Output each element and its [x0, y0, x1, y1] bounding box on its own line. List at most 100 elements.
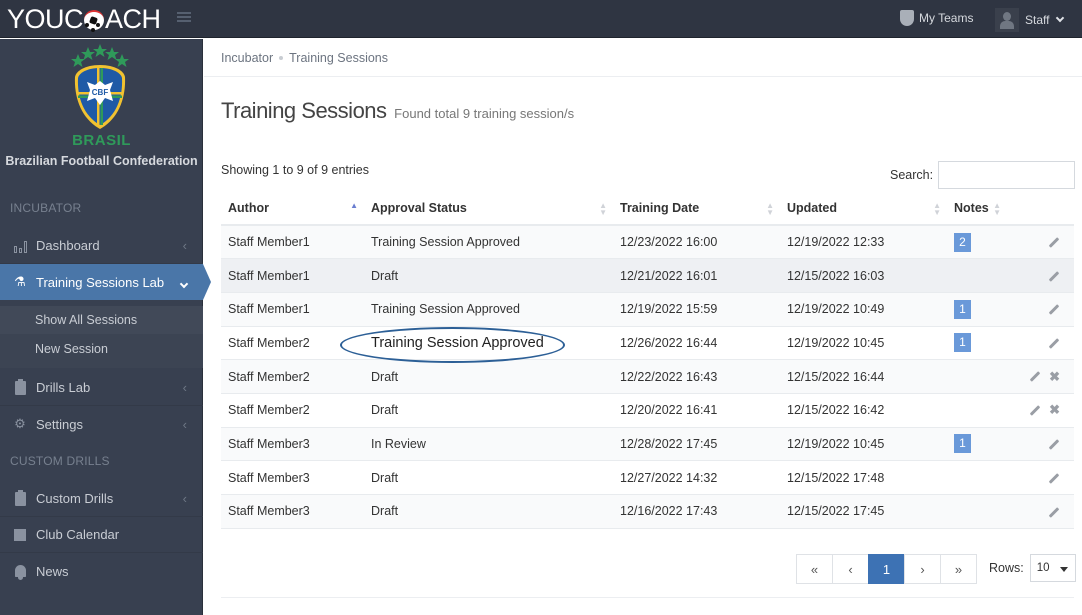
cell-training-date: 12/20/2022 16:41 [613, 393, 780, 428]
prev-page-button[interactable]: ‹ [832, 554, 869, 584]
cell-training-date: 12/19/2022 15:59 [613, 292, 780, 327]
table-row[interactable]: Staff Member1 Training Session Approved 12… [221, 292, 1074, 327]
cell-notes [947, 494, 1007, 529]
user-menu[interactable]: Staff [995, 8, 1065, 32]
pencil-icon[interactable] [1048, 439, 1060, 450]
page-title-text: Training Sessions [221, 98, 387, 123]
cell-approval-status: In Review [364, 427, 613, 462]
column-header-author[interactable]: Author ▲ [221, 192, 364, 226]
table-row[interactable]: Staff Member2 Draft 12/20/2022 16:41 12/15/… [221, 393, 1074, 428]
notes-count-badge[interactable]: 1 [954, 434, 971, 454]
table-row[interactable]: Staff Member2 Draft 12/22/2022 16:43 12/15/… [221, 359, 1074, 394]
table-row[interactable]: Staff Member3 Draft 12/16/2022 17:43 12/15/… [221, 494, 1074, 529]
cell-actions [1007, 258, 1074, 293]
org-country: BRASIL [72, 132, 131, 149]
cell-actions [1007, 460, 1074, 495]
flask-icon: ⚗ [14, 274, 26, 289]
sidebar-item-training-sessions-lab[interactable]: ⚗ Training Sessions Lab [0, 264, 211, 300]
app-logo[interactable]: YOUC ACH [7, 3, 161, 35]
sidebar-item-settings[interactable]: ⚙ Settings ‹ [0, 406, 203, 442]
cell-approval-status: Draft [364, 494, 613, 529]
cell-training-date: 12/27/2022 14:32 [613, 460, 780, 495]
crest-text: CBF [92, 88, 109, 97]
column-header-training-date[interactable]: Training Date ▲ ▼ [613, 192, 780, 226]
my-teams-link[interactable]: My Teams [900, 10, 973, 26]
pencil-icon[interactable] [1048, 270, 1060, 282]
table-row[interactable]: Staff Member3 Draft 12/27/2022 14:32 12/15/… [221, 460, 1074, 495]
search-input[interactable] [938, 161, 1076, 189]
cell-actions: ✖ [1007, 393, 1074, 428]
cell-notes: 1 [947, 292, 1007, 327]
rows-per-page-select[interactable]: 10 [1029, 554, 1076, 582]
breadcrumb-item-incubator[interactable]: Incubator [221, 51, 273, 65]
cell-updated: 12/15/2022 16:42 [780, 393, 947, 428]
sidebar-item-custom-drills[interactable]: Custom Drills ‹ [0, 481, 203, 517]
pencil-icon[interactable] [1029, 371, 1041, 382]
cell-updated: 12/19/2022 10:49 [780, 292, 947, 327]
org-name: Brazilian Football Confederation [5, 154, 198, 168]
cell-training-date: 12/28/2022 17:45 [613, 427, 780, 462]
column-header-notes[interactable]: Notes ▲ ▼ [947, 192, 1007, 226]
sidebar-item-club-calendar[interactable]: Club Calendar [0, 517, 203, 553]
cell-approval-status: Draft [364, 258, 613, 293]
pencil-icon[interactable] [1048, 237, 1060, 249]
breadcrumb-item-training-sessions: Training Sessions [289, 50, 389, 65]
sort-icon: ▲ ▼ [933, 201, 941, 217]
table-row[interactable]: Staff Member1 Draft 12/21/2022 16:01 12/15/… [221, 258, 1074, 293]
cell-author: Staff Member3 [221, 427, 364, 462]
sidebar-subitem-new-session[interactable]: New Session [0, 335, 203, 363]
chevron-down-icon [179, 275, 189, 290]
column-header-label: Author [228, 201, 269, 215]
sort-icon: ▲ ▼ [766, 201, 774, 217]
chevron-down-icon [1056, 13, 1065, 23]
page-title: Training Sessions Found total 9 training… [221, 98, 574, 124]
cell-updated: 12/19/2022 12:33 [780, 225, 947, 260]
notes-count-badge[interactable]: 2 [954, 232, 971, 252]
sidebar-item-news[interactable]: News [0, 553, 203, 589]
notes-count-badge[interactable]: 1 [954, 299, 971, 319]
notes-count-badge[interactable]: 1 [954, 333, 971, 353]
column-header-updated[interactable]: Updated ▲ ▼ [780, 192, 947, 226]
pencil-icon[interactable] [1048, 338, 1060, 349]
table-row[interactable]: Staff Member2 Training Session Approved 12… [221, 326, 1074, 361]
sidebar-subitem-label: New Session [35, 342, 108, 356]
sort-icon: ▲ ▼ [599, 201, 607, 217]
table-row[interactable]: Staff Member1 Training Session Approved 12… [221, 225, 1074, 260]
cell-actions [1007, 494, 1074, 529]
column-header-approval-status[interactable]: Approval Status ▲ ▼ [364, 192, 613, 226]
logo-text-start: YOUC [7, 4, 84, 34]
pencil-icon[interactable] [1029, 404, 1041, 416]
search-label: Search: [890, 168, 934, 182]
cell-notes [947, 460, 1007, 495]
pencil-icon[interactable] [1048, 304, 1060, 316]
first-page-button[interactable]: « [796, 554, 833, 584]
pencil-icon[interactable] [1048, 506, 1060, 518]
last-page-button[interactable]: » [940, 554, 977, 584]
cell-author: Staff Member2 [221, 359, 364, 394]
cell-training-date: 12/21/2022 16:01 [613, 258, 780, 293]
user-name: Staff [1025, 13, 1050, 27]
sidebar-item-drills-lab[interactable]: Drills Lab ‹ [0, 370, 203, 406]
cell-notes [947, 393, 1007, 428]
footer-divider [221, 597, 1074, 598]
cell-approval-status: Training Session Approved [364, 326, 613, 361]
menu-toggle-icon[interactable] [177, 12, 191, 24]
cell-notes [947, 258, 1007, 293]
page-button-1[interactable]: 1 [868, 554, 905, 584]
delete-icon[interactable]: ✖ [1049, 402, 1060, 418]
cell-author: Staff Member2 [221, 393, 364, 428]
pagination: « ‹ 1 › » [796, 554, 977, 584]
sidebar-item-dashboard[interactable]: Dashboard ‹ [0, 228, 203, 264]
section-title-custom-drills: CUSTOM DRILLS [10, 454, 110, 468]
cell-approval-status: Training Session Approved [364, 225, 613, 260]
cell-training-date: 12/16/2022 17:43 [613, 494, 780, 529]
sidebar-subitem-show-all-sessions[interactable]: Show All Sessions [0, 306, 203, 334]
cell-approval-status: Draft [364, 359, 613, 394]
cell-notes [947, 359, 1007, 394]
next-page-button[interactable]: › [904, 554, 941, 584]
cell-author: Staff Member3 [221, 494, 364, 529]
page-subtitle: Found total 9 training session/s [394, 106, 575, 121]
table-row[interactable]: Staff Member3 In Review 12/28/2022 17:45 12… [221, 427, 1074, 462]
pencil-icon[interactable] [1048, 473, 1060, 484]
delete-icon[interactable]: ✖ [1049, 369, 1060, 385]
